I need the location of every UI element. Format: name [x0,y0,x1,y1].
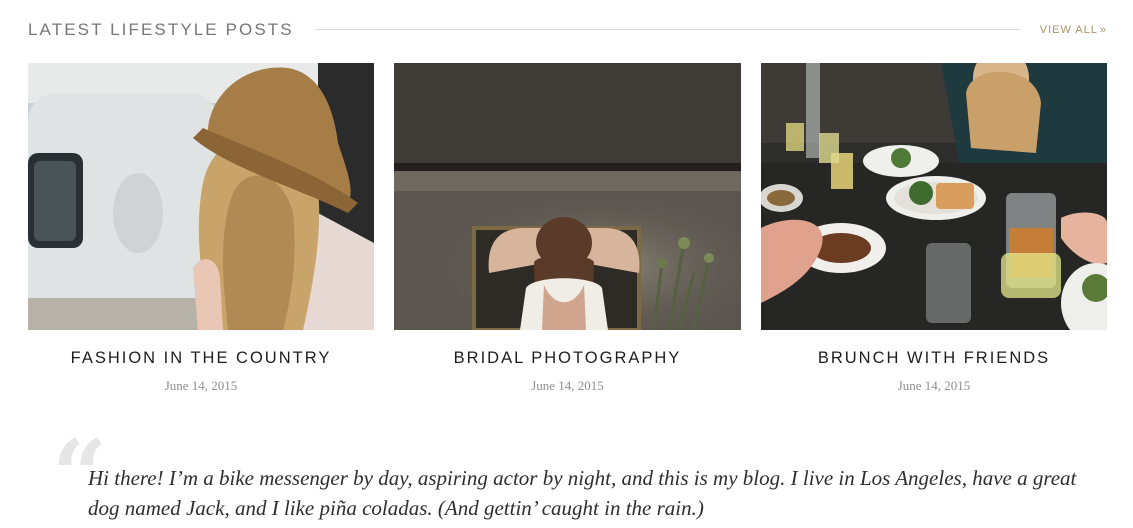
section-title: LATEST LIFESTYLE POSTS [28,20,294,39]
post-title[interactable]: FASHION IN THE COUNTRY [28,348,374,368]
header-divider [315,29,1020,30]
brunch-table-photo [761,63,1107,330]
post-title[interactable]: BRUNCH WITH FRIENDS [761,348,1107,368]
post-thumbnail-fashion[interactable] [28,63,374,330]
post-date: June 14, 2015 [897,378,971,393]
post-thumbnail-brunch[interactable] [761,63,1107,330]
view-all-link[interactable]: VIEW ALL» [1040,18,1107,42]
bride-adjusting-hair-photo [394,63,741,330]
post-thumbnail-bridal[interactable] [394,63,741,330]
view-all-label: VIEW ALL [1039,24,1098,36]
post-card-bridal: BRIDAL PHOTOGRAPHY June 14, 2015 [394,63,741,394]
bio-quote-text: Hi there! I’m a bike messenger by day, a… [88,466,1077,520]
post-date: June 14, 2015 [531,378,604,393]
post-title[interactable]: BRIDAL PHOTOGRAPHY [394,348,741,368]
post-date: June 14, 2015 [164,378,238,393]
section-header: LATEST LIFESTYLE POSTS VIEW ALL» [28,18,1107,42]
post-card-fashion: FASHION IN THE COUNTRY June 14, 2015 [28,63,374,394]
double-chevron-right-icon: » [1099,24,1107,36]
post-card-brunch: BRUNCH WITH FRIENDS June 14, 2015 [761,63,1107,394]
woman-in-straw-hat-photo [28,63,374,330]
